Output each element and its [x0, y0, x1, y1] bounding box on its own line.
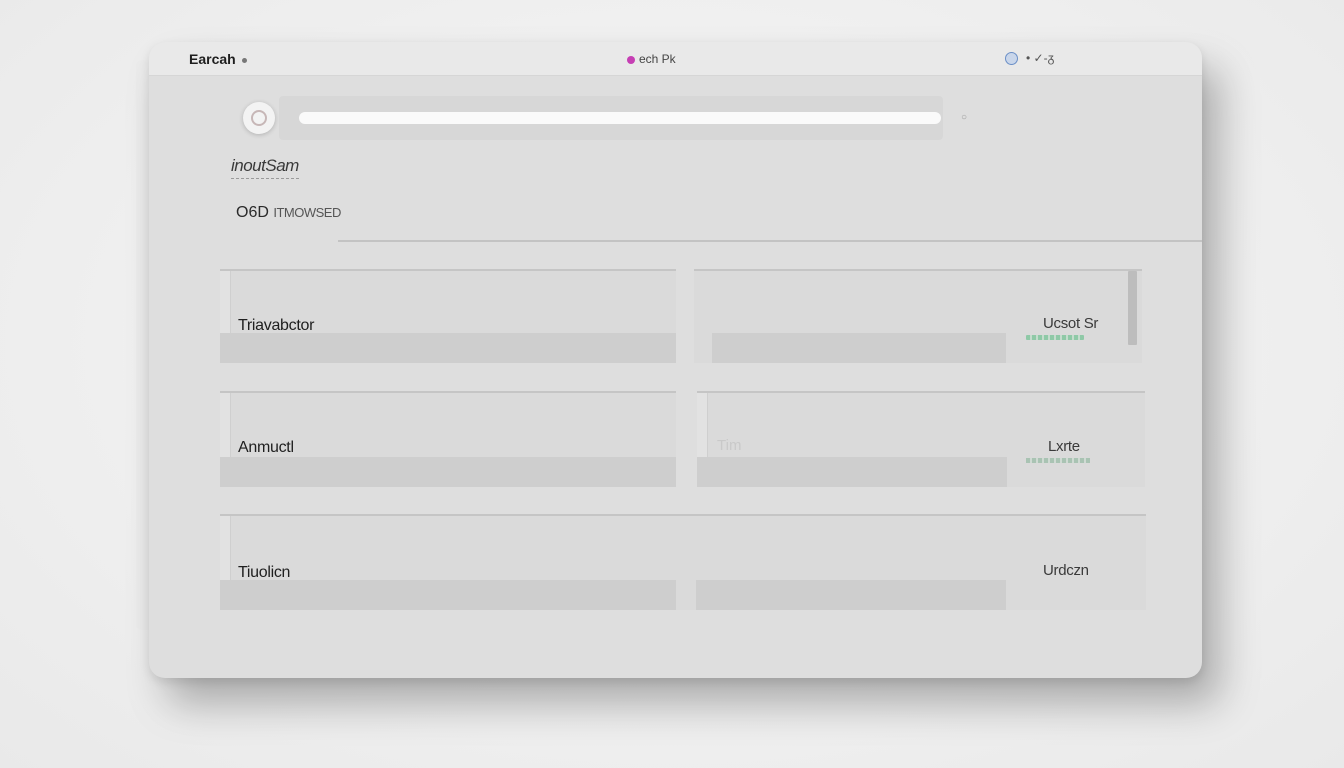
- list-item[interactable]: Anmuctl Tim Lxrte: [220, 391, 1146, 487]
- row-card-footer: [220, 580, 676, 610]
- row-value: Urdczn: [1043, 562, 1089, 579]
- section-heading: O6D ITMOWSED: [236, 204, 341, 222]
- scrollbar-thumb[interactable]: [1128, 271, 1137, 345]
- row-value: Ucsot Sr: [1043, 315, 1099, 332]
- section-subtitle: inoutSam: [231, 156, 299, 179]
- section-divider: [338, 240, 1202, 242]
- row-status-bar: [1026, 458, 1090, 463]
- app-title[interactable]: Earcah: [189, 51, 247, 67]
- app-title-text: Earcah: [189, 51, 236, 67]
- row-card-footer: [220, 333, 676, 363]
- row-ghost-text: Tim: [717, 437, 742, 454]
- section-heading-main: O6D: [236, 204, 269, 221]
- row-card-footer: [697, 457, 1007, 487]
- window-title-text: ech Pk: [639, 52, 676, 66]
- status-dot-icon: [627, 55, 635, 64]
- title-controls[interactable]: • ✓-ᵹ: [1005, 51, 1054, 65]
- row-card[interactable]: Tiuolicn: [220, 514, 1146, 610]
- search-row: ○: [243, 96, 1003, 140]
- desktop-background: Earcah ech Pk • ✓-ᵹ ○ inoutSam O6D ITMOW…: [0, 0, 1344, 768]
- globe-icon[interactable]: [1005, 51, 1018, 65]
- row-card-left[interactable]: Triavabctor: [220, 269, 676, 363]
- app-menu-dot-icon: [241, 57, 247, 63]
- row-label: Tiuolicn: [238, 564, 291, 581]
- row-status-bar: [1026, 335, 1084, 340]
- search-input[interactable]: [299, 112, 941, 124]
- section-heading-sub: ITMOWSED: [273, 205, 341, 220]
- title-bar: Earcah ech Pk • ✓-ᵹ: [149, 42, 1202, 76]
- list-item[interactable]: Tiuolicn Urdczn: [220, 514, 1146, 610]
- row-card-footer: [220, 457, 676, 487]
- row-label: Triavabctor: [238, 317, 315, 334]
- title-controls-text: • ✓-ᵹ: [1026, 51, 1055, 65]
- search-clear-icon[interactable]: ○: [961, 112, 967, 123]
- app-window: Earcah ech Pk • ✓-ᵹ ○ inoutSam O6D ITMOW…: [149, 42, 1202, 678]
- search-icon[interactable]: [243, 102, 275, 134]
- row-card-left[interactable]: Anmuctl: [220, 391, 676, 487]
- row-label: Anmuctl: [238, 439, 294, 456]
- row-value: Lxrte: [1048, 438, 1080, 455]
- row-card-footer: [696, 580, 1006, 610]
- list-item[interactable]: Triavabctor Ucsot Sr: [220, 269, 1146, 363]
- window-title: ech Pk: [627, 52, 676, 66]
- row-card-footer: [712, 333, 1006, 363]
